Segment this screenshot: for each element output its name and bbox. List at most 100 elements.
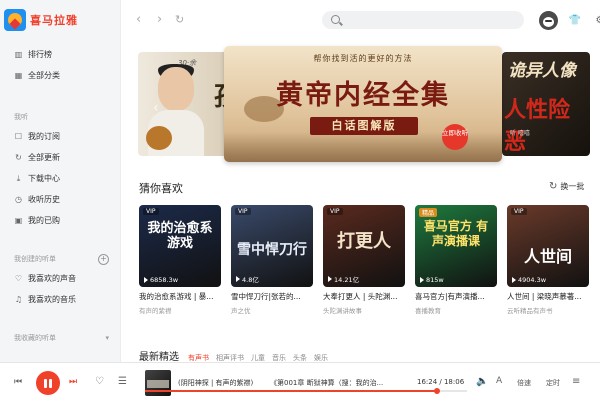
album-author[interactable]: 云听精品有声书 (507, 305, 589, 315)
banner-slide-current[interactable]: 帮你找到活的更好的方法 黄帝内经全集 白话图解版 立即收听 (224, 46, 502, 162)
sidebar-item-liked-sounds[interactable]: ♡ 我喜欢的声音 (0, 268, 121, 289)
album-author[interactable]: 声之优 (231, 305, 313, 315)
album-title[interactable]: 喜马官方|有声演播... (415, 291, 497, 302)
speed-button[interactable]: 倍速 (517, 378, 531, 388)
timer-button[interactable]: 定时 (546, 378, 560, 388)
banner-kicker: 帮你找到活的更好的方法 (313, 54, 413, 63)
album-author[interactable]: 喜播教育 (415, 305, 497, 315)
cover-title: 喜马官方 有声演播课 (423, 219, 489, 248)
avatar[interactable] (539, 11, 558, 30)
sidebar-item-label: 全部分类 (28, 71, 60, 80)
sidebar-item-history[interactable]: ◷ 收听历史 (0, 189, 121, 210)
heart-icon: ♡ (14, 274, 23, 283)
album-cover[interactable]: 雪中悍刀行 VIP 4.8亿 (231, 205, 313, 287)
now-playing-cover[interactable] (145, 370, 171, 396)
download-icon: ⤓ (16, 173, 21, 183)
banner-caption: 听 嘻嘻 (510, 130, 530, 137)
refresh-button[interactable]: ↻ 换一批 (549, 181, 584, 192)
queue-icon[interactable]: ≡ (572, 376, 580, 387)
sidebar-item-label: 我喜欢的声音 (28, 274, 76, 283)
latest-section-header: 最新精选 有声书 相声评书 儿童 音乐 头条 娱乐 (139, 348, 328, 363)
sidebar-item-subscriptions[interactable]: ☐ 我的订阅 (0, 126, 121, 147)
album-cover[interactable]: 我的治愈系游戏 VIP 6858.3w (139, 205, 221, 287)
cat-image (146, 126, 172, 150)
vip-badge: VIP (143, 208, 159, 215)
progress-fill (145, 390, 437, 392)
next-track-icon[interactable]: ⏭ (69, 377, 77, 387)
sidebar-item-updates[interactable]: ↻ 全部更新 (0, 147, 121, 168)
album-card[interactable]: 打更人 VIP 14.21亿 大奉打更人 | 头陀渊... 头陀渊讲故事 (323, 205, 405, 315)
app-logo[interactable]: 喜马拉雅 (4, 6, 78, 34)
banner-slide-next[interactable]: 诡异人像 人性险恶 听 嘻嘻 (502, 52, 590, 156)
sidebar-item-label: 排行榜 (28, 50, 52, 59)
top-bar: ‹ › ↻ 👕 ⚙ ⧉ — ☐ ✕ (121, 0, 600, 38)
sidebar-section-header[interactable]: 我收藏的听单 ▾ (0, 329, 121, 347)
album-title[interactable]: 人世间 | 梁晓声慕著... (507, 291, 589, 302)
pause-button[interactable] (36, 371, 60, 395)
album-author[interactable]: 有声的紫襟 (139, 305, 221, 315)
sidebar-item-purchased[interactable]: ▣ 我的已购 (0, 210, 121, 231)
vip-badge: VIP (235, 208, 251, 215)
sidebar-item-categories[interactable]: ▦ 全部分类 (0, 65, 121, 86)
recommend-cards: 我的治愈系游戏 VIP 6858.3w 我的治愈系游戏 | 暴... 有声的紫襟… (139, 205, 591, 315)
banner-subtitle: 30·余 (178, 59, 197, 67)
album-card[interactable]: 我的治愈系游戏 VIP 6858.3w 我的治愈系游戏 | 暴... 有声的紫襟 (139, 205, 221, 315)
carousel-prev-icon[interactable]: ‹ (153, 100, 159, 116)
grid-icon: ▦ (14, 71, 23, 80)
sidebar-item-ranking[interactable]: ▥ 排行榜 (0, 44, 121, 65)
person-face (158, 67, 194, 111)
play-count: 815w (420, 276, 444, 284)
volume-icon[interactable]: 🔈 (476, 376, 488, 387)
reload-icon[interactable]: ↻ (175, 10, 184, 30)
banner-title: 黄帝内经全集 (276, 80, 450, 111)
section-title: 猜你喜欢 (139, 182, 183, 195)
album-card[interactable]: 雪中悍刀行 VIP 4.8亿 雪中悍刀行|张若的... 声之优 (231, 205, 313, 315)
heart-icon[interactable]: ♡ (95, 376, 104, 387)
search-icon (331, 15, 340, 24)
album-card[interactable]: 人世间 VIP 4904.3w 人世间 | 梁晓声慕著... 云听精品有声书 (507, 205, 589, 315)
album-title[interactable]: 大奉打更人 | 头陀渊... (323, 291, 405, 302)
now-playing-title[interactable]: (阴阳神探 | 有声的紫襟) (178, 378, 253, 388)
cover-title: 雪中悍刀行 (237, 242, 307, 258)
play-count: 14.21亿 (328, 274, 359, 284)
app-window: 喜马拉雅 ▥ 排行榜 ▦ 全部分类 我听 ☐ 我的订阅 ↻ 全部更新 ⤓ 下载中… (0, 0, 600, 402)
add-playlist-button[interactable]: + (98, 253, 109, 265)
album-cover[interactable]: 喜马官方 有声演播课 精品 815w (415, 205, 497, 287)
back-icon[interactable]: ‹ (136, 10, 141, 30)
album-title[interactable]: 雪中悍刀行|张若的... (231, 291, 313, 302)
sidebar-item-liked-music[interactable]: ♫ 我喜欢的音乐 (0, 289, 121, 310)
logo-icon (4, 9, 26, 31)
chevron-down-icon: ▾ (105, 334, 109, 342)
sidebar-section-header: 我创建的听单 + (0, 250, 121, 268)
sidebar-section-header: 我听 (14, 113, 28, 121)
play-count: 4.8亿 (236, 274, 259, 284)
banner-carousel[interactable]: 30·余 孩 ‹ 诡异人像 人性险恶 听 嘻嘻 帮你找到活的更好的方法 黄帝内经… (138, 46, 590, 162)
album-author[interactable]: 头陀渊讲故事 (323, 305, 405, 315)
listen-now-badge[interactable]: 立即收听 (442, 124, 468, 150)
sidebar-item-downloads[interactable]: ⤓ 下载中心 (0, 168, 121, 189)
gear-icon[interactable]: ⚙ (592, 11, 600, 29)
playback-time: 16:24 / 18:06 (417, 378, 465, 386)
section-title: 最新精选 (139, 352, 179, 363)
forward-icon[interactable]: › (157, 10, 162, 30)
sidebar-item-label: 我的订阅 (28, 132, 60, 141)
banner-ribbon: 白话图解版 (310, 117, 418, 135)
translate-icon[interactable]: A (496, 376, 502, 386)
vip-badge: VIP (511, 208, 527, 215)
progress-knob[interactable] (433, 388, 440, 394)
album-card[interactable]: 喜马官方 有声演播课 精品 815w 喜马官方|有声演播... 喜播教育 (415, 205, 497, 315)
progress-bar[interactable] (145, 388, 467, 394)
chart-icon: ▥ (14, 50, 23, 59)
search-input[interactable] (322, 11, 524, 29)
player-bar: ⏮ ⏭ ♡ ☰ (阴阳神探 | 有声的紫襟) 《第001章 断狱神算（搜：我的治… (0, 362, 600, 402)
shirt-icon[interactable]: 👕 (567, 11, 583, 29)
album-title[interactable]: 我的治愈系游戏 | 暴... (139, 291, 221, 302)
now-playing-chapter[interactable]: 《第001章 断狱神算（搜：我的治... (270, 378, 383, 388)
album-cover[interactable]: 人世间 VIP 4904.3w (507, 205, 589, 287)
cover-title: 我的治愈系游戏 (147, 221, 213, 251)
album-cover[interactable]: 打更人 VIP 14.21亿 (323, 205, 405, 287)
sidebar-item-label: 全部更新 (28, 153, 60, 162)
previous-track-icon[interactable]: ⏮ (14, 377, 22, 387)
playlist-icon[interactable]: ☰ (118, 376, 127, 387)
cover-title: 人世间 (523, 247, 572, 266)
